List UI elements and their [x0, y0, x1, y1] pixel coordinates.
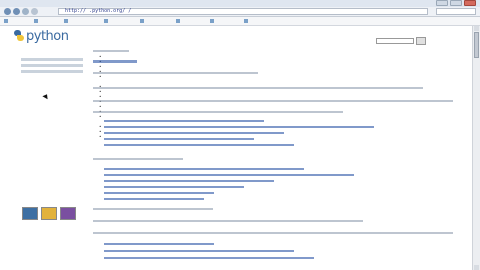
sidebar-box — [21, 64, 83, 67]
bookmark-item[interactable] — [210, 17, 216, 25]
illegible-text-line — [104, 250, 294, 252]
python-logo-icon — [14, 30, 24, 41]
cursor-icon — [42, 92, 50, 100]
main-content — [93, 48, 463, 141]
scroll-down-icon[interactable] — [474, 265, 479, 270]
scrollbar-thumb[interactable] — [474, 32, 479, 58]
bookmarks-bar — [0, 17, 480, 26]
sidebar-box-title — [22, 71, 82, 72]
illegible-text-line — [104, 198, 204, 200]
sidebar-box — [21, 58, 83, 61]
bookmark-item[interactable] — [176, 17, 182, 25]
sidebar-box-title — [22, 59, 82, 60]
browser-search-input[interactable] — [436, 8, 476, 15]
illegible-text-line — [104, 186, 244, 188]
python-logo[interactable]: python — [14, 29, 69, 44]
back-icon[interactable] — [4, 8, 11, 15]
browser-title-bar — [0, 0, 480, 7]
illegible-text-line — [104, 168, 304, 170]
vertical-scrollbar[interactable] — [472, 26, 480, 270]
bookmark-item[interactable] — [140, 17, 146, 25]
minimize-icon[interactable] — [436, 0, 448, 6]
stop-icon[interactable] — [31, 8, 38, 15]
sidebar-badges — [22, 207, 76, 220]
code-list — [99, 124, 463, 139]
bookmark-item[interactable] — [104, 17, 110, 25]
close-icon[interactable] — [464, 0, 476, 6]
forward-icon[interactable] — [13, 8, 20, 15]
window-controls — [436, 0, 476, 7]
bookmark-item[interactable] — [34, 17, 40, 25]
code-line[interactable] — [99, 134, 463, 139]
illegible-text-line — [93, 208, 213, 210]
bookmark-item[interactable] — [64, 17, 70, 25]
site-search-input[interactable] — [376, 38, 414, 44]
search-button[interactable] — [416, 37, 426, 45]
badge-image[interactable] — [60, 207, 76, 220]
logo-text: python — [26, 29, 69, 44]
browser-toolbar: http:// .python.org/ / — [0, 7, 480, 17]
illegible-text-line — [104, 243, 214, 245]
maximize-icon[interactable] — [450, 0, 462, 6]
sidebar-box-title — [22, 65, 82, 66]
sidebar — [21, 58, 83, 76]
illegible-text-line — [104, 180, 274, 182]
bookmark-item[interactable] — [244, 17, 250, 25]
illegible-text-line — [104, 192, 214, 194]
badge-image[interactable] — [41, 207, 57, 220]
bookmark-item[interactable] — [4, 17, 10, 25]
code-list — [99, 84, 463, 119]
code-line[interactable] — [99, 74, 463, 79]
illegible-text-line — [104, 257, 314, 259]
illegible-text-line — [104, 174, 354, 176]
illegible-text-line — [93, 158, 183, 160]
address-bar[interactable]: http:// .python.org/ / — [58, 8, 428, 15]
code-line[interactable] — [99, 114, 463, 119]
code-list — [99, 54, 463, 79]
illegible-text-line — [93, 232, 453, 234]
badge-image[interactable] — [22, 207, 38, 220]
reload-icon[interactable] — [22, 8, 29, 15]
sidebar-box — [21, 70, 83, 73]
illegible-text-line — [104, 144, 294, 146]
illegible-text-line — [93, 220, 363, 222]
scroll-up-icon[interactable] — [474, 26, 479, 31]
